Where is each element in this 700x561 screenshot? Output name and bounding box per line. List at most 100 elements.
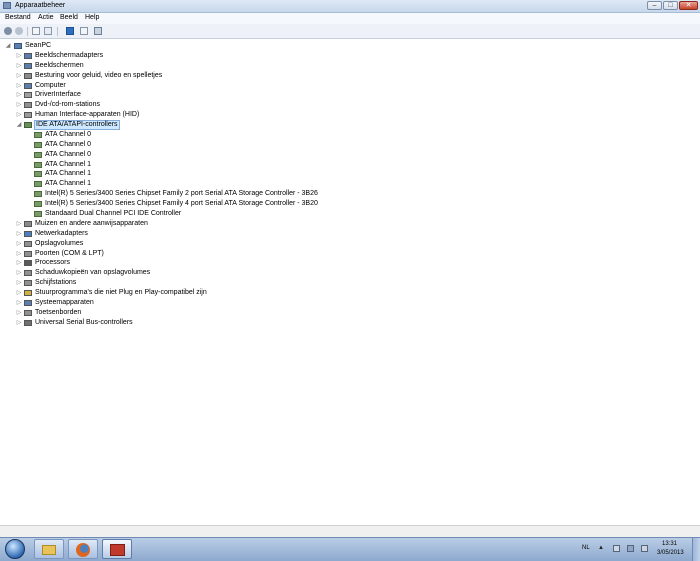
computer-icon bbox=[14, 43, 22, 49]
volume-icon[interactable] bbox=[641, 545, 648, 552]
tree-child-label: ATA Channel 0 bbox=[45, 131, 92, 138]
ide-channel-icon bbox=[34, 191, 42, 198]
network-icon[interactable] bbox=[627, 545, 634, 552]
tree-child-label: ATA Channel 1 bbox=[45, 180, 92, 188]
expand-arrow-icon[interactable]: ▷ bbox=[15, 110, 23, 120]
device-tree: ◢ SeanPC ◢ IDE ATA/ATAPI-controllers ▷ Be… bbox=[0, 39, 700, 525]
expand-arrow-icon[interactable]: ▷ bbox=[15, 61, 23, 71]
close-button[interactable]: ✕ bbox=[679, 1, 698, 10]
expand-arrow-icon[interactable]: ▷ bbox=[15, 90, 23, 100]
menu-bestand[interactable]: Bestand bbox=[5, 14, 31, 21]
ide-channel-icon bbox=[34, 132, 42, 138]
taskbar-firefox[interactable] bbox=[68, 539, 98, 559]
scan-hardware-icon[interactable] bbox=[94, 27, 102, 35]
tree-child-label: Intel(R) 5 Series/3400 Series Chipset Fa… bbox=[45, 199, 318, 207]
toolbar-separator bbox=[57, 27, 58, 36]
expand-arrow-icon[interactable]: ▷ bbox=[15, 298, 23, 308]
menu-help[interactable]: Help bbox=[85, 14, 99, 21]
expand-arrow-icon[interactable]: ▷ bbox=[15, 258, 23, 268]
tree-item-label: Systeemapparaten bbox=[35, 298, 94, 306]
taskbar: NL ▲ 13:31 3/05/2013 bbox=[0, 537, 700, 561]
menu-beeld[interactable]: Beeld bbox=[60, 14, 78, 21]
storage-volume-icon bbox=[24, 240, 32, 247]
tree-item-label: Schijfstations bbox=[35, 279, 77, 287]
tree-root-label: SeanPC bbox=[25, 42, 52, 49]
expand-arrow-icon[interactable]: ▷ bbox=[15, 308, 23, 318]
tree-child-label: ATA Channel 0 bbox=[45, 150, 92, 158]
status-bar bbox=[0, 525, 700, 537]
back-icon[interactable] bbox=[4, 27, 12, 35]
expand-arrow-icon[interactable]: ▷ bbox=[15, 51, 23, 61]
tree-child-label: Standaard Dual Channel PCI IDE Controlle… bbox=[45, 209, 182, 217]
tree-item-label: Computer bbox=[35, 81, 66, 89]
tree-item-label: Besturing voor geluid, video en spelletj… bbox=[35, 71, 163, 79]
ide-channel-icon bbox=[34, 171, 42, 178]
monitor-icon bbox=[24, 62, 32, 69]
network-adapter-icon bbox=[24, 230, 32, 237]
ide-channel-icon bbox=[34, 200, 42, 207]
view-icon[interactable] bbox=[80, 27, 88, 35]
tree-item-label: Schaduwkopieën van opslagvolumes bbox=[35, 269, 151, 277]
expand-arrow-icon[interactable]: ▷ bbox=[15, 71, 23, 81]
shadow-copy-icon bbox=[24, 270, 32, 277]
toolbar-separator bbox=[27, 27, 28, 36]
ide-channel-icon bbox=[34, 181, 42, 188]
expand-arrow-icon[interactable]: ▷ bbox=[15, 268, 23, 278]
expand-arrow-icon[interactable]: ▷ bbox=[15, 81, 23, 91]
clock-time[interactable]: 13:31 bbox=[662, 541, 677, 547]
ide-channel-icon bbox=[34, 161, 42, 168]
action-center-flag-icon[interactable] bbox=[613, 545, 620, 552]
title-bar[interactable]: Apparaatbeheer – □ ✕ bbox=[0, 0, 700, 13]
minimize-button[interactable]: – bbox=[647, 1, 662, 10]
expand-arrow-icon[interactable]: ▷ bbox=[15, 229, 23, 239]
tree-item-label: Universal Serial Bus-controllers bbox=[35, 318, 133, 326]
help-icon[interactable] bbox=[66, 27, 74, 35]
tree-item-label: Processors bbox=[35, 259, 71, 267]
tree-item-label: Stuurprogramma's die niet Plug en Play-c… bbox=[35, 288, 207, 296]
clock-date[interactable]: 3/05/2013 bbox=[657, 550, 684, 556]
ide-channel-icon bbox=[34, 151, 42, 158]
language-indicator[interactable]: NL bbox=[582, 545, 590, 551]
mouse-icon bbox=[24, 221, 32, 227]
taskbar-explorer[interactable] bbox=[34, 539, 64, 559]
taskbar-device-manager[interactable] bbox=[102, 539, 132, 559]
dvd-drive-icon bbox=[24, 102, 32, 109]
properties-icon[interactable] bbox=[32, 27, 40, 35]
maximize-button[interactable]: □ bbox=[663, 1, 678, 10]
tree-item-label: Poorten (COM & LPT) bbox=[35, 249, 104, 257]
expand-arrow-icon[interactable]: ▷ bbox=[15, 318, 23, 328]
device-manager-icon bbox=[110, 544, 125, 556]
expand-arrow-icon[interactable]: ▷ bbox=[15, 239, 23, 249]
tree-item-label: Netwerkadapters bbox=[35, 229, 88, 237]
tree-child-label: ATA Channel 0 bbox=[45, 140, 92, 148]
collapse-arrow-icon[interactable]: ◢ bbox=[4, 41, 12, 51]
expand-arrow-icon[interactable]: ▷ bbox=[15, 249, 23, 259]
speaker-icon bbox=[24, 72, 32, 79]
tree-item-label: Muizen en andere aanwijsapparaten bbox=[35, 220, 148, 227]
firefox-icon bbox=[76, 543, 90, 557]
expand-arrow-icon[interactable]: ▷ bbox=[15, 219, 23, 229]
expand-arrow-icon[interactable]: ▷ bbox=[15, 288, 23, 298]
expand-arrow-icon[interactable]: ▷ bbox=[15, 100, 23, 110]
port-icon bbox=[24, 250, 32, 257]
forward-icon[interactable] bbox=[15, 27, 23, 35]
show-desktop-button[interactable] bbox=[692, 538, 700, 561]
expand-arrow-icon[interactable]: ▷ bbox=[15, 278, 23, 288]
start-button[interactable] bbox=[5, 539, 25, 559]
collapse-arrow-icon[interactable]: ◢ bbox=[15, 120, 23, 130]
computer-icon bbox=[24, 82, 32, 89]
menu-actie[interactable]: Actie bbox=[38, 14, 54, 21]
device-manager-icon bbox=[3, 2, 11, 9]
show-hidden-icons-chevron-icon[interactable]: ▲ bbox=[598, 545, 604, 551]
window-title: Apparaatbeheer bbox=[15, 2, 66, 9]
show-hide-tree-icon[interactable] bbox=[44, 27, 52, 35]
tree-child-label: ATA Channel 1 bbox=[45, 170, 92, 178]
tree-child-label: ATA Channel 1 bbox=[45, 160, 92, 168]
ide-channel-icon bbox=[34, 210, 42, 217]
ide-channel-icon bbox=[34, 141, 42, 148]
system-device-icon bbox=[24, 299, 32, 306]
menu-bar: Bestand Actie Beeld Help bbox=[0, 13, 700, 24]
tree-item-label: Opslagvolumes bbox=[35, 239, 84, 247]
tree-child-label: Intel(R) 5 Series/3400 Series Chipset Fa… bbox=[45, 190, 318, 198]
processor-icon bbox=[24, 260, 32, 267]
